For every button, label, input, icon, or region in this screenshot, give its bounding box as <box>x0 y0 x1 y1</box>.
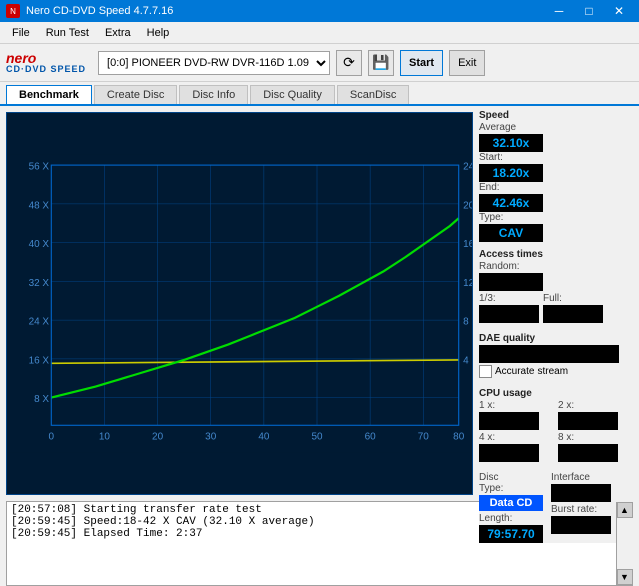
window-title: Nero CD-DVD Speed 4.7.7.16 <box>26 5 173 17</box>
dae-value-box <box>479 345 619 363</box>
accurate-stream-checkbox[interactable] <box>479 365 492 378</box>
cpu-4x-label: 4 x: <box>479 432 556 443</box>
speed-section: Speed Average 32.10x Start: 18.20x End: … <box>479 110 635 242</box>
average-label: Average <box>479 122 635 133</box>
type-value: CAV <box>479 224 543 242</box>
accurate-stream-label2: stream <box>537 366 568 377</box>
accurate-stream-row: Accurate stream <box>479 365 635 378</box>
cpu-section: CPU usage 1 x: 2 x: 4 x: 8 x: <box>479 388 635 462</box>
dae-section: DAE quality Accurate stream <box>479 333 635 378</box>
log-scrollbar: ▲ ▼ <box>616 502 632 585</box>
full-label: Full: <box>543 293 603 304</box>
save-icon-button[interactable]: 💾 <box>368 50 394 76</box>
svg-text:20: 20 <box>463 200 472 211</box>
end-label: End: <box>479 182 635 193</box>
end-value: 42.46x <box>479 194 543 212</box>
cpu-2x-box <box>558 412 618 430</box>
one-third-label: 1/3: <box>479 293 539 304</box>
app-icon: N <box>6 4 20 18</box>
cpu-1x-box <box>479 412 539 430</box>
scrollbar-up-button[interactable]: ▲ <box>617 502 633 518</box>
access-times-section: Access times Random: 1/3: Full: <box>479 249 635 323</box>
log-area: [20:57:08] Starting transfer rate test [… <box>6 501 633 586</box>
cpu-2x-label: 2 x: <box>558 400 635 411</box>
tabs: Benchmark Create Disc Disc Info Disc Qua… <box>0 82 639 106</box>
start-value: 18.20x <box>479 164 543 182</box>
svg-text:24 X: 24 X <box>29 317 50 328</box>
tab-disc-quality[interactable]: Disc Quality <box>250 85 335 104</box>
title-bar: N Nero CD-DVD Speed 4.7.7.16 ─ □ ✕ <box>0 0 639 22</box>
close-button[interactable]: ✕ <box>605 2 633 20</box>
minimize-button[interactable]: ─ <box>545 2 573 20</box>
start-button[interactable]: Start <box>400 50 443 76</box>
tab-disc-info[interactable]: Disc Info <box>179 85 248 104</box>
svg-text:24: 24 <box>463 162 472 173</box>
svg-text:8 X: 8 X <box>34 394 49 405</box>
right-panel: Speed Average 32.10x Start: 18.20x End: … <box>479 106 639 501</box>
random-value-box <box>479 273 543 291</box>
menu-help[interactable]: Help <box>139 25 178 41</box>
maximize-button[interactable]: □ <box>575 2 603 20</box>
svg-text:0: 0 <box>49 432 55 443</box>
cpu-4x-box <box>479 444 539 462</box>
cpu-8x-label: 8 x: <box>558 432 635 443</box>
svg-text:60: 60 <box>365 432 377 443</box>
nero-logo-top: nero <box>6 51 36 65</box>
full-value-box <box>543 305 603 323</box>
start-label: Start: <box>479 152 635 163</box>
svg-text:56 X: 56 X <box>29 162 50 173</box>
svg-text:16: 16 <box>463 239 472 250</box>
toolbar: nero CD·DVD SPEED [0:0] PIONEER DVD-RW D… <box>0 44 639 82</box>
average-value: 32.10x <box>479 134 543 152</box>
tab-benchmark[interactable]: Benchmark <box>6 85 92 104</box>
svg-text:70: 70 <box>418 432 430 443</box>
svg-text:40 X: 40 X <box>29 239 50 250</box>
svg-text:8: 8 <box>463 317 469 328</box>
svg-text:32 X: 32 X <box>29 278 50 289</box>
cpu-title: CPU usage <box>479 388 635 399</box>
tab-scan-disc[interactable]: ScanDisc <box>337 85 409 104</box>
nero-logo-bottom: CD·DVD SPEED <box>6 65 86 74</box>
log-line-1: [20:57:08] Starting transfer rate test <box>11 504 612 516</box>
interface-value-box <box>551 484 611 502</box>
type-label: Type: <box>479 212 635 223</box>
cpu-8x-box <box>558 444 618 462</box>
scrollbar-track <box>617 518 633 569</box>
one-third-value-box <box>479 305 539 323</box>
menu-extra[interactable]: Extra <box>97 25 139 41</box>
chart-area: 56 X 48 X 40 X 32 X 24 X 16 X 8 X 24 20 … <box>6 112 473 495</box>
accurate-stream-label: Accurate <box>495 366 534 377</box>
svg-text:10: 10 <box>99 432 111 443</box>
menu-run-test[interactable]: Run Test <box>38 25 97 41</box>
log-content: [20:57:08] Starting transfer rate test [… <box>7 502 616 585</box>
chart-svg: 56 X 48 X 40 X 32 X 24 X 16 X 8 X 24 20 … <box>7 113 472 494</box>
scrollbar-down-button[interactable]: ▼ <box>617 569 633 585</box>
svg-text:50: 50 <box>311 432 323 443</box>
svg-text:48 X: 48 X <box>29 200 50 211</box>
access-times-title: Access times <box>479 249 635 260</box>
log-line-2: [20:59:45] Speed:18-42 X CAV (32.10 X av… <box>11 516 612 528</box>
svg-text:16 X: 16 X <box>29 355 50 366</box>
disc-type-label: DiscType: <box>479 472 543 494</box>
interface-title: Interface <box>551 472 611 483</box>
main-content: 56 X 48 X 40 X 32 X 24 X 16 X 8 X 24 20 … <box>0 106 639 501</box>
svg-text:30: 30 <box>205 432 217 443</box>
svg-text:40: 40 <box>258 432 270 443</box>
log-line-3: [20:59:45] Elapsed Time: 2:37 <box>11 528 612 540</box>
tab-create-disc[interactable]: Create Disc <box>94 85 177 104</box>
svg-text:4: 4 <box>463 355 469 366</box>
menu-bar: File Run Test Extra Help <box>0 22 639 44</box>
nero-logo: nero CD·DVD SPEED <box>6 51 86 74</box>
random-label: Random: <box>479 261 543 272</box>
svg-text:12: 12 <box>463 278 472 289</box>
menu-file[interactable]: File <box>4 25 38 41</box>
exit-button[interactable]: Exit <box>449 50 485 76</box>
refresh-icon-button[interactable]: ⟳ <box>336 50 362 76</box>
speed-title: Speed <box>479 110 635 121</box>
drive-select[interactable]: [0:0] PIONEER DVD-RW DVR-116D 1.09 <box>98 51 330 75</box>
cpu-1x-label: 1 x: <box>479 400 556 411</box>
dae-title: DAE quality <box>479 333 635 344</box>
svg-text:80: 80 <box>453 432 465 443</box>
svg-text:20: 20 <box>152 432 164 443</box>
